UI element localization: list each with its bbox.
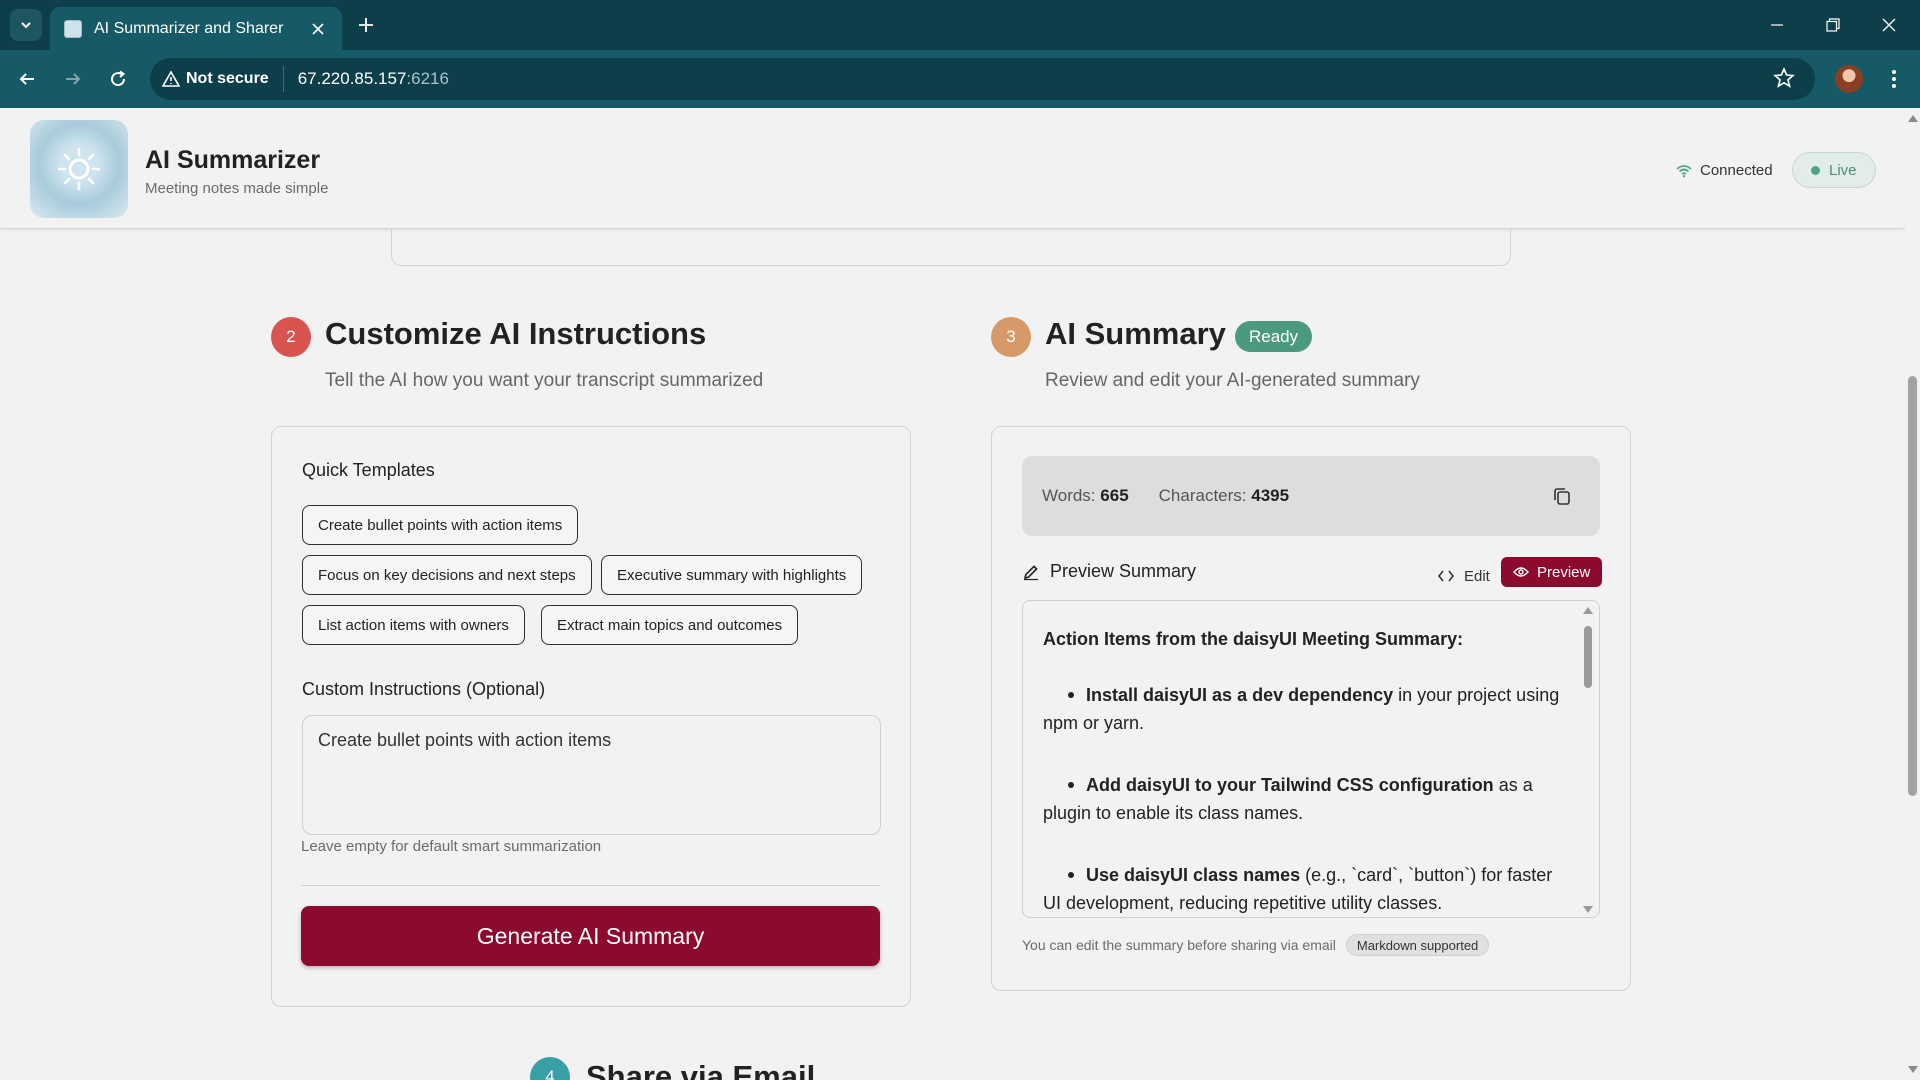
- pencil-icon: [1023, 564, 1038, 580]
- browser-tab-bar: AI Summarizer and Sharer: [0, 0, 1920, 50]
- template-button[interactable]: Executive summary with highlights: [601, 555, 863, 595]
- share-email-section-title: Share via Email: [586, 1059, 816, 1080]
- code-icon: [1438, 570, 1454, 582]
- tab-search-dropdown[interactable]: [10, 9, 42, 41]
- page-scrollbar-thumb[interactable]: [1908, 376, 1917, 796]
- forward-arrow-icon[interactable]: [57, 63, 89, 95]
- minimize-window-icon[interactable]: [1754, 8, 1800, 42]
- back-arrow-icon[interactable]: [11, 63, 43, 95]
- markdown-badge: Markdown supported: [1345, 934, 1490, 956]
- bullet-icon: [1068, 691, 1074, 698]
- step-4-badge: 4: [530, 1057, 570, 1080]
- customize-section-description: Tell the AI how you want your transcript…: [325, 370, 764, 391]
- list-item: Install daisyUI as a dev dependency in y…: [1043, 685, 1560, 733]
- scroll-up-arrow-icon[interactable]: [1583, 607, 1593, 614]
- browser-tab-active[interactable]: AI Summarizer and Sharer: [50, 7, 342, 50]
- connection-status: Connected: [1676, 162, 1773, 179]
- browser-menu-icon[interactable]: [1880, 65, 1908, 93]
- summary-footer-note: You can edit the summary before sharing …: [1022, 937, 1336, 953]
- template-button[interactable]: List action items with owners: [302, 605, 525, 645]
- reload-icon[interactable]: [102, 63, 134, 95]
- copy-icon[interactable]: [1548, 482, 1576, 510]
- tab-title: AI Summarizer and Sharer: [94, 19, 284, 37]
- close-window-icon[interactable]: [1866, 8, 1912, 42]
- summary-stats: Words: 665 Characters: 4395: [1022, 456, 1600, 536]
- url-text: 67.220.85.157:6216: [297, 69, 449, 88]
- summary-scrollbar-thumb[interactable]: [1584, 626, 1592, 688]
- summary-list: Install daisyUI as a dev dependency in y…: [1043, 681, 1573, 917]
- word-count: Words: 665: [1042, 486, 1129, 505]
- share-email-section-heading: 4 Share via Email: [530, 1057, 815, 1080]
- page-scroll-up-icon[interactable]: [1908, 115, 1918, 122]
- ready-status-badge: Ready: [1235, 321, 1313, 352]
- character-count: Characters: 4395: [1158, 486, 1290, 505]
- customize-section-title: Customize AI Instructions: [325, 316, 707, 351]
- app-subtitle: Meeting notes made simple: [145, 180, 329, 197]
- card-divider: [301, 885, 880, 886]
- preview-summary-label: Preview Summary: [1022, 561, 1196, 582]
- custom-instructions-input[interactable]: Create bullet points with action items: [302, 715, 881, 835]
- app-title: AI Summarizer: [145, 146, 321, 174]
- page-scrollbar[interactable]: [1905, 108, 1920, 1080]
- summary-preview-box[interactable]: Action Items from the daisyUI Meeting Su…: [1022, 600, 1600, 918]
- eye-icon: [1513, 567, 1529, 577]
- scroll-down-arrow-icon[interactable]: [1583, 906, 1593, 913]
- summary-section-title: AI Summary: [1045, 316, 1226, 351]
- live-dot-icon: [1811, 165, 1820, 175]
- app-logo: [30, 120, 128, 218]
- page-favicon-icon: [64, 19, 82, 38]
- bullet-icon: [1068, 871, 1074, 878]
- connection-status-label: Connected: [1700, 162, 1773, 179]
- page-scroll-down-icon[interactable]: [1908, 1066, 1918, 1073]
- bullet-icon: [1068, 781, 1074, 788]
- browser-toolbar: Not secure 67.220.85.157:6216: [0, 50, 1920, 108]
- tab-close-icon[interactable]: [308, 19, 328, 39]
- warning-triangle-icon: [162, 71, 180, 87]
- quick-templates-label: Quick Templates: [302, 460, 435, 480]
- chevron-down-icon: [21, 22, 31, 29]
- summary-heading: Action Items from the daisyUI Meeting Su…: [1043, 629, 1464, 649]
- generate-summary-button[interactable]: Generate AI Summary: [301, 906, 880, 966]
- step-2-badge: 2: [271, 317, 311, 357]
- profile-avatar[interactable]: [1835, 65, 1863, 93]
- summary-section-description: Review and edit your AI-generated summar…: [1045, 370, 1420, 391]
- app-header: AI Summarizer Meeting notes made simple …: [0, 108, 1905, 229]
- custom-instructions-hint: Leave empty for default smart summarizat…: [301, 838, 602, 855]
- custom-instructions-label: Custom Instructions (Optional): [302, 679, 546, 699]
- address-bar[interactable]: Not secure 67.220.85.157:6216: [150, 58, 1815, 100]
- security-indicator[interactable]: Not secure: [162, 66, 284, 92]
- summary-footer: You can edit the summary before sharing …: [1022, 934, 1490, 956]
- edit-mode-button[interactable]: Edit: [1432, 561, 1496, 591]
- step-3-badge: 3: [991, 317, 1031, 357]
- summary-scrollbar[interactable]: [1583, 607, 1593, 913]
- security-label: Not secure: [186, 70, 269, 87]
- new-tab-plus-icon[interactable]: [352, 11, 380, 39]
- template-button[interactable]: Focus on key decisions and next steps: [302, 555, 592, 595]
- bookmark-star-icon[interactable]: [1773, 66, 1795, 94]
- restore-window-icon[interactable]: [1810, 8, 1856, 42]
- summary-card: Words: 665 Characters: 4395 Preview Summ…: [991, 426, 1631, 991]
- sun-network-icon: [57, 147, 101, 191]
- template-button[interactable]: Create bullet points with action items: [302, 505, 579, 545]
- page-viewport: AI Summarizer Meeting notes made simple …: [0, 108, 1905, 1080]
- live-label: Live: [1829, 161, 1857, 179]
- wifi-icon: [1676, 164, 1692, 177]
- list-item: Add daisyUI to your Tailwind CSS configu…: [1043, 775, 1533, 823]
- preview-mode-button[interactable]: Preview: [1501, 557, 1603, 587]
- template-button[interactable]: Extract main topics and outcomes: [541, 605, 799, 645]
- summary-content: Action Items from the daisyUI Meeting Su…: [1043, 625, 1573, 917]
- list-item: Use daisyUI class names (e.g., `card`, `…: [1043, 865, 1553, 913]
- live-badge: Live: [1792, 152, 1876, 188]
